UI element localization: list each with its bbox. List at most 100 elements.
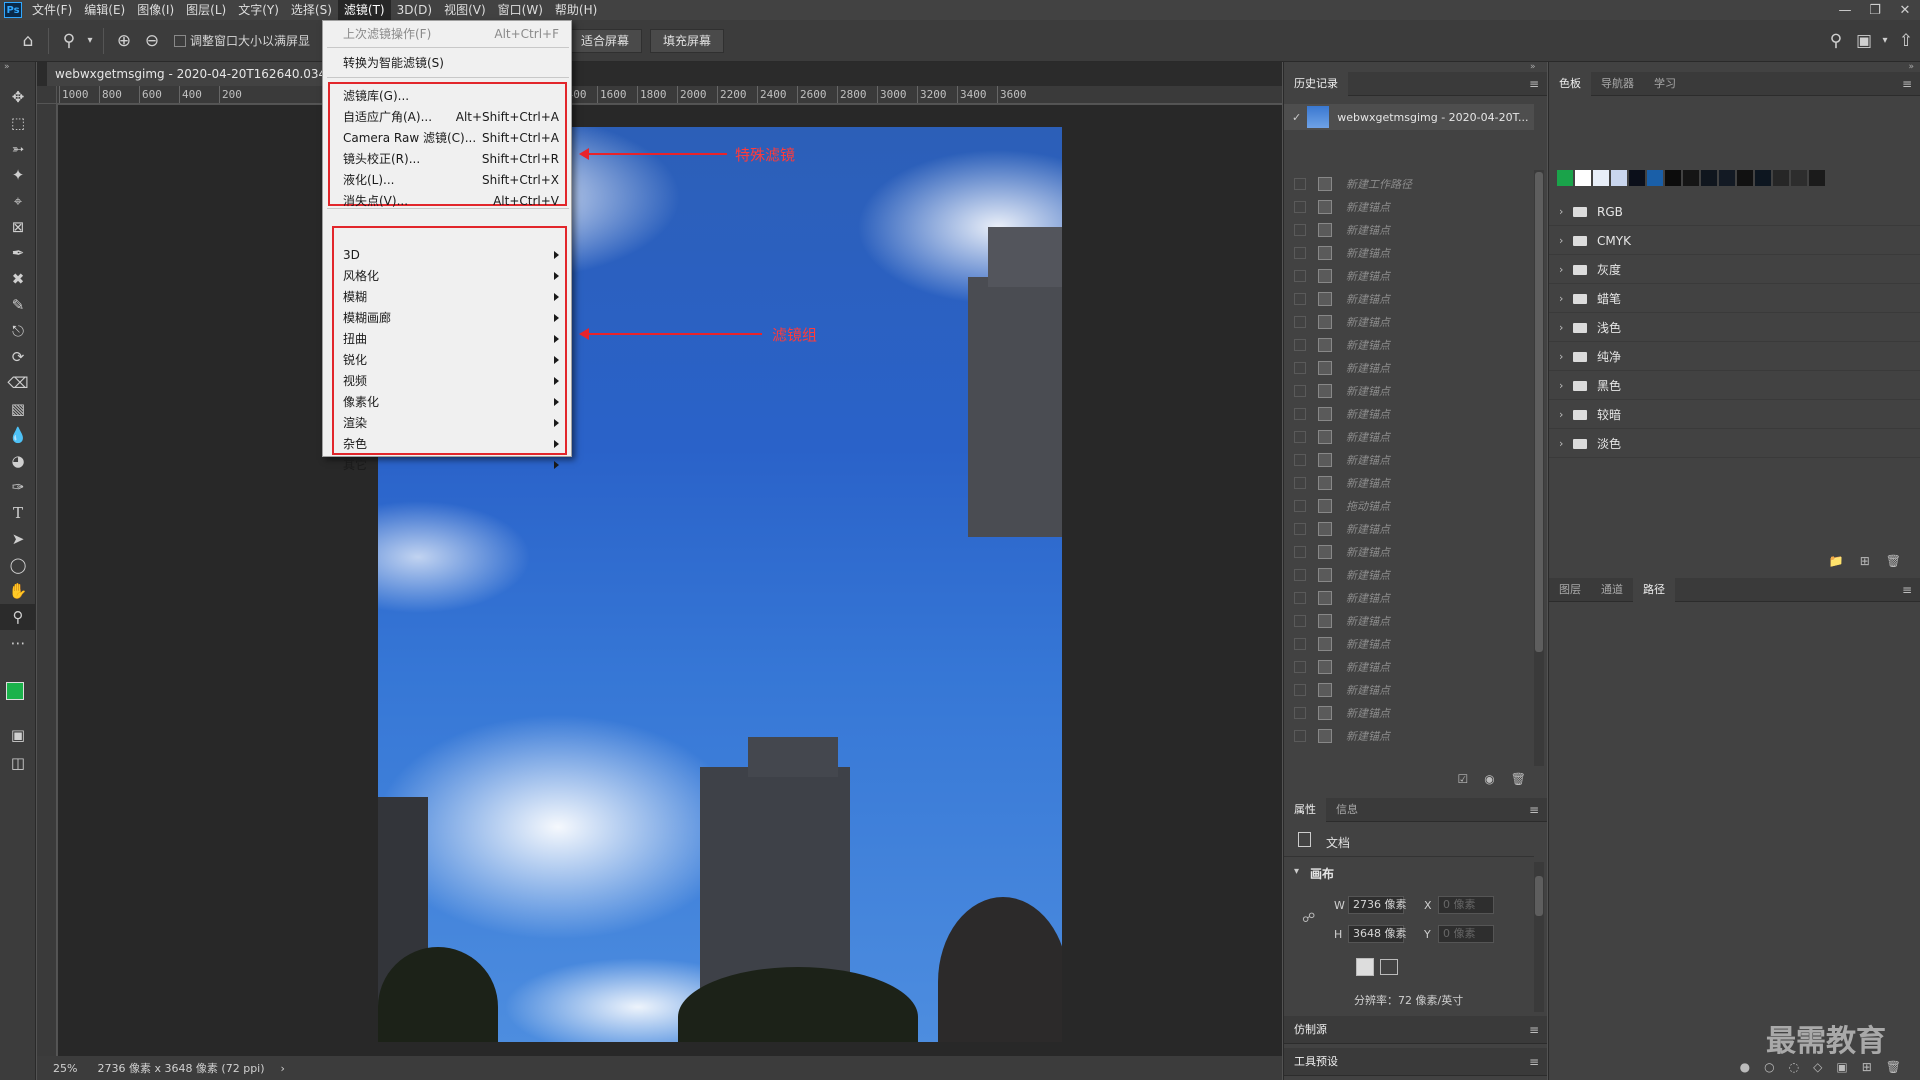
add-mask-icon[interactable]: ▣ <box>1836 1060 1847 1074</box>
gradient-tool-icon[interactable]: ▧ <box>0 396 36 422</box>
history-item[interactable]: 新建锚点 <box>1284 310 1534 333</box>
history-item[interactable]: 新建锚点 <box>1284 195 1534 218</box>
zoom-in-icon[interactable]: ⊕ <box>110 27 138 55</box>
tab-channels[interactable]: 通道 <box>1591 578 1633 602</box>
canvas-area[interactable] <box>58 105 1282 1056</box>
history-item[interactable]: 新建锚点 <box>1284 471 1534 494</box>
swatch-folder[interactable]: › 较暗 <box>1549 401 1920 429</box>
color-swatch[interactable] <box>1809 170 1825 186</box>
history-brush-checkbox[interactable] <box>1294 453 1306 466</box>
landscape-orientation-icon[interactable] <box>1380 959 1398 975</box>
color-swatch[interactable] <box>1629 170 1645 186</box>
chevron-down-icon[interactable]: ▾ <box>1878 27 1892 55</box>
history-brush-checkbox[interactable] <box>1294 430 1306 443</box>
menu-item-smart-filter[interactable]: 转换为智能滤镜(S) <box>323 52 573 73</box>
menu-item-filter-group[interactable]: 像素化 <box>323 391 573 412</box>
color-swatch[interactable] <box>1701 170 1717 186</box>
menu-8[interactable]: 视图(V) <box>438 0 492 20</box>
chevron-right-icon[interactable]: › <box>1559 321 1573 334</box>
x-field[interactable]: 0 像素 <box>1438 896 1494 914</box>
restore-icon[interactable]: ❐ <box>1860 0 1890 20</box>
menu-item-special-filter[interactable]: 自适应广角(A)... Alt+Shift+Ctrl+A <box>323 106 573 127</box>
panel-menu-icon[interactable]: ≡ <box>1902 583 1912 597</box>
swatch-folder[interactable]: › 黑色 <box>1549 372 1920 400</box>
color-swatch[interactable] <box>1755 170 1771 186</box>
history-brush-checkbox[interactable] <box>1294 338 1306 351</box>
history-item[interactable]: 新建锚点 <box>1284 655 1534 678</box>
y-field[interactable]: 0 像素 <box>1438 925 1494 943</box>
zoom-out-icon[interactable]: ⊖ <box>138 27 166 55</box>
height-field[interactable]: 3648 像素 <box>1348 925 1407 943</box>
tab-swatches[interactable]: 色板 <box>1549 71 1591 96</box>
history-item[interactable]: 新建锚点 <box>1284 632 1534 655</box>
menu-item-special-filter[interactable]: 滤镜库(G)... <box>323 85 573 106</box>
color-swatch[interactable] <box>1737 170 1753 186</box>
history-item[interactable]: 新建锚点 <box>1284 448 1534 471</box>
history-brush-checkbox[interactable] <box>1294 568 1306 581</box>
menu-4[interactable]: 文字(Y) <box>232 0 285 20</box>
history-brush-checkbox[interactable] <box>1294 246 1306 259</box>
share-icon[interactable]: ⇧ <box>1892 27 1920 55</box>
zoom-tool-icon[interactable]: ⚲ <box>55 27 83 55</box>
foreground-color-swatch[interactable] <box>6 682 24 700</box>
history-brush-checkbox[interactable] <box>1294 637 1306 650</box>
swatch-folder[interactable]: › 淡色 <box>1549 430 1920 458</box>
folder-icon[interactable]: 📁 <box>1829 554 1844 568</box>
history-brush-checkbox[interactable] <box>1294 223 1306 236</box>
swatch-folder[interactable]: › 灰度 <box>1549 256 1920 284</box>
menu-5[interactable]: 选择(S) <box>285 0 338 20</box>
search-icon[interactable]: ⚲ <box>1822 27 1850 55</box>
zoom-level[interactable]: 25% <box>53 1062 77 1075</box>
brush-tool-icon[interactable]: ✎ <box>0 292 36 318</box>
menu-item-filter-group[interactable]: 视频 <box>323 370 573 391</box>
history-item[interactable]: 新建锚点 <box>1284 609 1534 632</box>
workspace-icon[interactable]: ▣ <box>1850 27 1878 55</box>
path-select-tool-icon[interactable]: ➤ <box>0 526 36 552</box>
history-item[interactable]: 新建锚点 <box>1284 563 1534 586</box>
healing-tool-icon[interactable]: ✖ <box>0 266 36 292</box>
history-item[interactable]: 新建锚点 <box>1284 218 1534 241</box>
home-icon[interactable]: ⌂ <box>14 27 42 55</box>
panel-menu-icon[interactable]: ≡ <box>1529 77 1539 91</box>
history-item[interactable]: 新建锚点 <box>1284 678 1534 701</box>
color-swatch[interactable] <box>1791 170 1807 186</box>
color-swatch[interactable] <box>1665 170 1681 186</box>
collapse-icon[interactable]: » <box>0 62 35 84</box>
screen-mode-icon[interactable]: ◫ <box>0 750 36 776</box>
ellipse-tool-icon[interactable]: ◯ <box>0 552 36 578</box>
lasso-tool-icon[interactable]: ➳ <box>0 136 36 162</box>
history-brush-checkbox[interactable] <box>1294 660 1306 673</box>
new-document-icon[interactable]: ☑ <box>1458 772 1469 786</box>
history-brush-tool-icon[interactable]: ⟳ <box>0 344 36 370</box>
collapse-icon[interactable]: » <box>1530 62 1544 72</box>
history-item[interactable]: 新建锚点 <box>1284 333 1534 356</box>
history-brush-checkbox[interactable] <box>1294 200 1306 213</box>
swatch-folder[interactable]: › 纯净 <box>1549 343 1920 371</box>
menu-6[interactable]: 滤镜(T) <box>337 0 391 20</box>
type-tool-icon[interactable]: T <box>0 500 36 526</box>
camera-icon[interactable]: ◉ <box>1484 772 1494 786</box>
chevron-right-icon[interactable]: › <box>1559 205 1573 218</box>
history-item[interactable]: 新建锚点 <box>1284 586 1534 609</box>
history-item[interactable]: 新建锚点 <box>1284 379 1534 402</box>
stamp-tool-icon[interactable]: ⎋ <box>0 318 36 344</box>
menu-item-special-filter[interactable]: Camera Raw 滤镜(C)... Shift+Ctrl+A <box>323 127 573 148</box>
menu-1[interactable]: 编辑(E) <box>78 0 131 20</box>
blur-tool-icon[interactable]: 💧 <box>0 422 36 448</box>
history-item[interactable]: 新建锚点 <box>1284 540 1534 563</box>
color-swatch[interactable] <box>1683 170 1699 186</box>
menu-9[interactable]: 窗口(W) <box>492 0 549 20</box>
menu-item-filter-group[interactable]: 扭曲 <box>323 328 573 349</box>
width-field[interactable]: 2736 像素 <box>1348 896 1407 914</box>
menu-2[interactable]: 图像(I) <box>131 0 180 20</box>
history-item[interactable]: 新建锚点 <box>1284 701 1534 724</box>
move-tool-icon[interactable]: ✥ <box>0 84 36 110</box>
more-tools-icon[interactable]: ⋯ <box>0 630 36 656</box>
panel-menu-icon[interactable]: ≡ <box>1529 1023 1539 1037</box>
color-swatch[interactable] <box>1647 170 1663 186</box>
resize-window-checkbox[interactable] <box>174 34 186 47</box>
history-item[interactable]: 新建锚点 <box>1284 287 1534 310</box>
history-item[interactable]: 新建锚点 <box>1284 402 1534 425</box>
menu-item-filter-group[interactable]: 杂色 <box>323 433 573 454</box>
history-brush-checkbox[interactable] <box>1294 361 1306 374</box>
